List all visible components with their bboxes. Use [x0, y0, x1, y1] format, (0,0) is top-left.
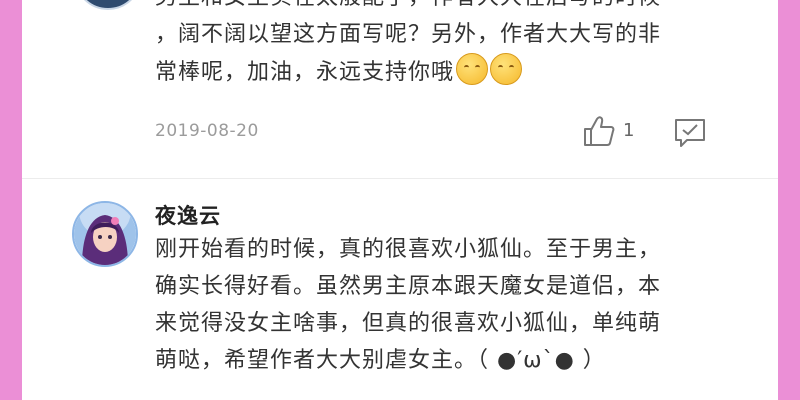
avatar[interactable] [74, 0, 142, 10]
comment-line: 刚开始看的时候，真的很喜欢小狐仙。至于男主， [155, 237, 662, 262]
thumbs-up-icon[interactable] [582, 114, 616, 148]
comment-body: 刚开始看的时候，真的很喜欢小狐仙。至于男主， 确实长得好看。虽然男主原本跟天魔女… [155, 231, 745, 379]
comment-body: 男主和女主实在太般配了，作者大大在后写的时候 ，阔不阔以望这方面写呢？另外，作者… [155, 0, 745, 91]
comment-divider [22, 178, 778, 179]
pray-emoji-icon [456, 53, 489, 85]
comment-line: 确实长得好看。虽然男主原本跟天魔女是道侣，本 [155, 274, 662, 299]
right-border [778, 0, 800, 400]
comment-line: 常棒呢，加油，永远支持你哦 [155, 53, 745, 91]
left-border [0, 0, 22, 400]
pray-emoji-icon [490, 53, 523, 85]
reply-comment-icon[interactable] [673, 116, 707, 148]
avatar[interactable] [72, 201, 138, 267]
comment-date: 2019-08-20 [155, 121, 259, 141]
comment-line: 男主和女主实在太般配了，作者大大在后写的时候 [155, 0, 745, 16]
avatar-portrait-icon [74, 203, 136, 265]
comment-line: 萌哒，希望作者大大别虐女主。（ ●′ω`● ） [155, 348, 606, 373]
comment-line: ，阔不阔以望这方面写呢？另外，作者大大写的非 [155, 22, 662, 47]
comment-line: 来觉得没女主啥事，但真的很喜欢小狐仙，单纯萌 [155, 311, 662, 336]
username[interactable]: 夜逸云 [155, 200, 221, 230]
like-count: 1 [623, 120, 635, 141]
